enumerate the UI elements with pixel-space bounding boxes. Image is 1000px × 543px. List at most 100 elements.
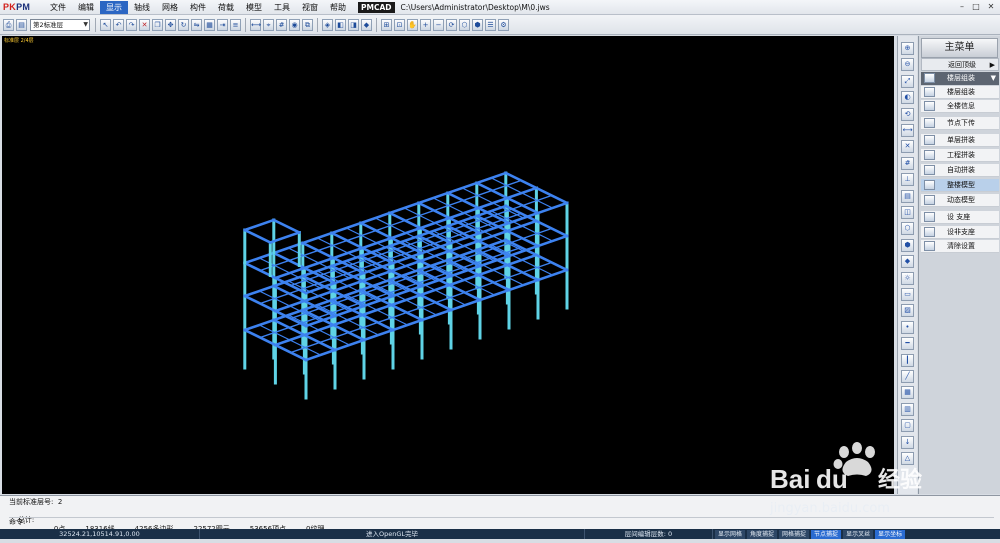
layers-icon[interactable]: ☰: [485, 18, 496, 31]
watermark-brand-cn: 经验: [878, 467, 922, 493]
menu-item[interactable]: 视窗: [296, 1, 324, 14]
status-toggle[interactable]: 角度捕捉: [747, 529, 778, 539]
opening-icon[interactable]: ▢: [901, 419, 914, 433]
layer-select[interactable]: 第2标准层 ▼: [30, 18, 90, 31]
menu-item[interactable]: 轴线: [128, 1, 156, 14]
zoom-extent-icon[interactable]: ⤢: [901, 74, 914, 88]
menu-item-icon: [924, 227, 935, 237]
model-viewport[interactable]: 标准层 2/4层: [2, 36, 894, 494]
section-icon[interactable]: ▭: [901, 288, 914, 301]
brace-icon[interactable]: ╱: [901, 370, 914, 383]
wall-icon[interactable]: ▥: [901, 402, 914, 416]
menu-item-icon: [924, 212, 935, 222]
copy-icon[interactable]: ❐: [152, 18, 163, 31]
slab-icon[interactable]: ▦: [901, 386, 914, 400]
menu-item[interactable]: 帮助: [324, 1, 352, 14]
main-menu-item[interactable]: 全楼信息: [921, 100, 999, 113]
column-icon[interactable]: ┃: [901, 353, 914, 367]
redraw-icon[interactable]: ⟳: [446, 18, 457, 31]
status-toggles: 显示网格 角度捕捉 网格捕捉 节点捕捉 显示叉丝 显示坐标: [713, 529, 906, 539]
menu-item[interactable]: 模型: [240, 1, 268, 14]
mirror-icon[interactable]: ⇋: [191, 18, 202, 31]
redo-icon[interactable]: ↷: [126, 18, 137, 31]
grid-icon[interactable]: #: [901, 156, 914, 170]
node-icon[interactable]: •: [901, 320, 914, 334]
status-toggle[interactable]: 网格捕捉: [779, 529, 810, 539]
main-menu-item[interactable]: 设 支座: [921, 211, 999, 224]
grid-icon[interactable]: #: [276, 18, 287, 31]
layer-copy-icon[interactable]: ⧉: [302, 18, 313, 31]
view-side-icon[interactable]: ◨: [348, 18, 359, 31]
zoom-in-icon[interactable]: ⊕: [901, 42, 914, 55]
render-icon[interactable]: ◆: [901, 255, 914, 269]
menu-item-icon: [924, 150, 935, 160]
coordinate-readout: 32524.21,10514.91,0.00: [0, 529, 200, 539]
back-to-top-button[interactable]: 返回顶级 ▶: [921, 58, 999, 71]
status-toggle[interactable]: 显示网格: [715, 529, 746, 539]
offset-icon[interactable]: ⇥: [217, 18, 228, 31]
view-front-icon[interactable]: ◧: [335, 18, 346, 31]
undo-icon[interactable]: ↶: [113, 18, 124, 31]
maximize-icon[interactable]: □: [970, 1, 982, 13]
menu-item[interactable]: 荷载: [212, 1, 240, 14]
zoom-all-icon[interactable]: ⊡: [394, 18, 405, 31]
light-icon[interactable]: ☼: [901, 271, 914, 285]
main-menu-item[interactable]: 自动拼装: [921, 164, 999, 177]
main-menu-item[interactable]: 清除设置: [921, 240, 999, 253]
layer-icon[interactable]: ▤: [16, 18, 27, 31]
measure-icon[interactable]: ⟷: [250, 18, 261, 31]
zoom-out-icon[interactable]: ⊖: [901, 58, 914, 72]
main-menu-item[interactable]: 整楼模型: [921, 179, 999, 192]
wire-icon[interactable]: ⬡: [901, 222, 914, 236]
status-toggle[interactable]: 显示坐标: [875, 529, 906, 539]
group-header[interactable]: 楼层组装 ▼: [921, 72, 999, 85]
pan-icon[interactable]: ✋: [407, 18, 418, 31]
move-icon[interactable]: ✥: [165, 18, 176, 31]
minimize-icon[interactable]: –: [956, 1, 968, 13]
main-menu-item[interactable]: 动态模型: [921, 194, 999, 207]
snap-icon[interactable]: ⌖: [263, 18, 274, 31]
status-message: 进入OpenGL完毕: [200, 529, 585, 539]
main-menu-item[interactable]: 设非支座: [921, 226, 999, 239]
align-icon[interactable]: ≡: [230, 18, 241, 31]
display-icon[interactable]: ◫: [901, 206, 914, 219]
wireframe-icon[interactable]: ⬡: [459, 18, 470, 31]
shade-icon[interactable]: ⬢: [472, 18, 483, 31]
settings-icon[interactable]: ⚙: [498, 18, 509, 31]
array-icon[interactable]: ▦: [204, 18, 215, 31]
rotate-icon[interactable]: ↻: [178, 18, 189, 31]
measure-icon[interactable]: ⟷: [901, 124, 914, 137]
view-3d-icon[interactable]: ◈: [322, 18, 333, 31]
solid-icon[interactable]: ⬢: [901, 238, 914, 252]
select-arrow-icon[interactable]: ↖: [100, 18, 111, 31]
menu-item[interactable]: 工具: [268, 1, 296, 14]
zoom-window-icon[interactable]: ⊞: [381, 18, 392, 31]
orbit-icon[interactable]: ⟲: [901, 107, 914, 121]
main-menu-item[interactable]: 单层拼装: [921, 134, 999, 147]
menu-item[interactable]: 显示: [100, 0, 128, 14]
main-menu-item[interactable]: 节点下传: [921, 117, 999, 130]
close-icon[interactable]: ✕: [985, 1, 997, 13]
zoom-in-icon[interactable]: +: [420, 18, 431, 31]
main-menu-item[interactable]: 楼层组装: [921, 86, 999, 99]
toolbar-separator: [245, 17, 246, 32]
status-toggle[interactable]: 节点捕捉: [811, 529, 842, 539]
print-icon[interactable]: ⎙: [3, 18, 14, 31]
delete-icon[interactable]: ✕: [139, 18, 150, 31]
node-icon[interactable]: ◉: [289, 18, 300, 31]
render-icon[interactable]: ◆: [361, 18, 372, 31]
delete-icon[interactable]: ✕: [901, 140, 914, 154]
menu-item[interactable]: 文件: [44, 1, 72, 14]
color-icon[interactable]: ▨: [901, 304, 914, 318]
view-icon[interactable]: ◐: [901, 91, 914, 105]
zoom-out-icon[interactable]: −: [433, 18, 444, 31]
axis-icon[interactable]: ⊥: [901, 173, 914, 187]
status-toggle[interactable]: 显示叉丝: [843, 529, 874, 539]
beam-icon[interactable]: ━: [901, 337, 914, 351]
chevron-right-icon: ▶: [989, 61, 995, 69]
main-menu-item[interactable]: 工程拼装: [921, 149, 999, 162]
menu-item[interactable]: 构件: [184, 1, 212, 14]
menu-item[interactable]: 网格: [156, 1, 184, 14]
layer-icon[interactable]: ▤: [901, 189, 914, 203]
menu-item[interactable]: 编辑: [72, 1, 100, 14]
